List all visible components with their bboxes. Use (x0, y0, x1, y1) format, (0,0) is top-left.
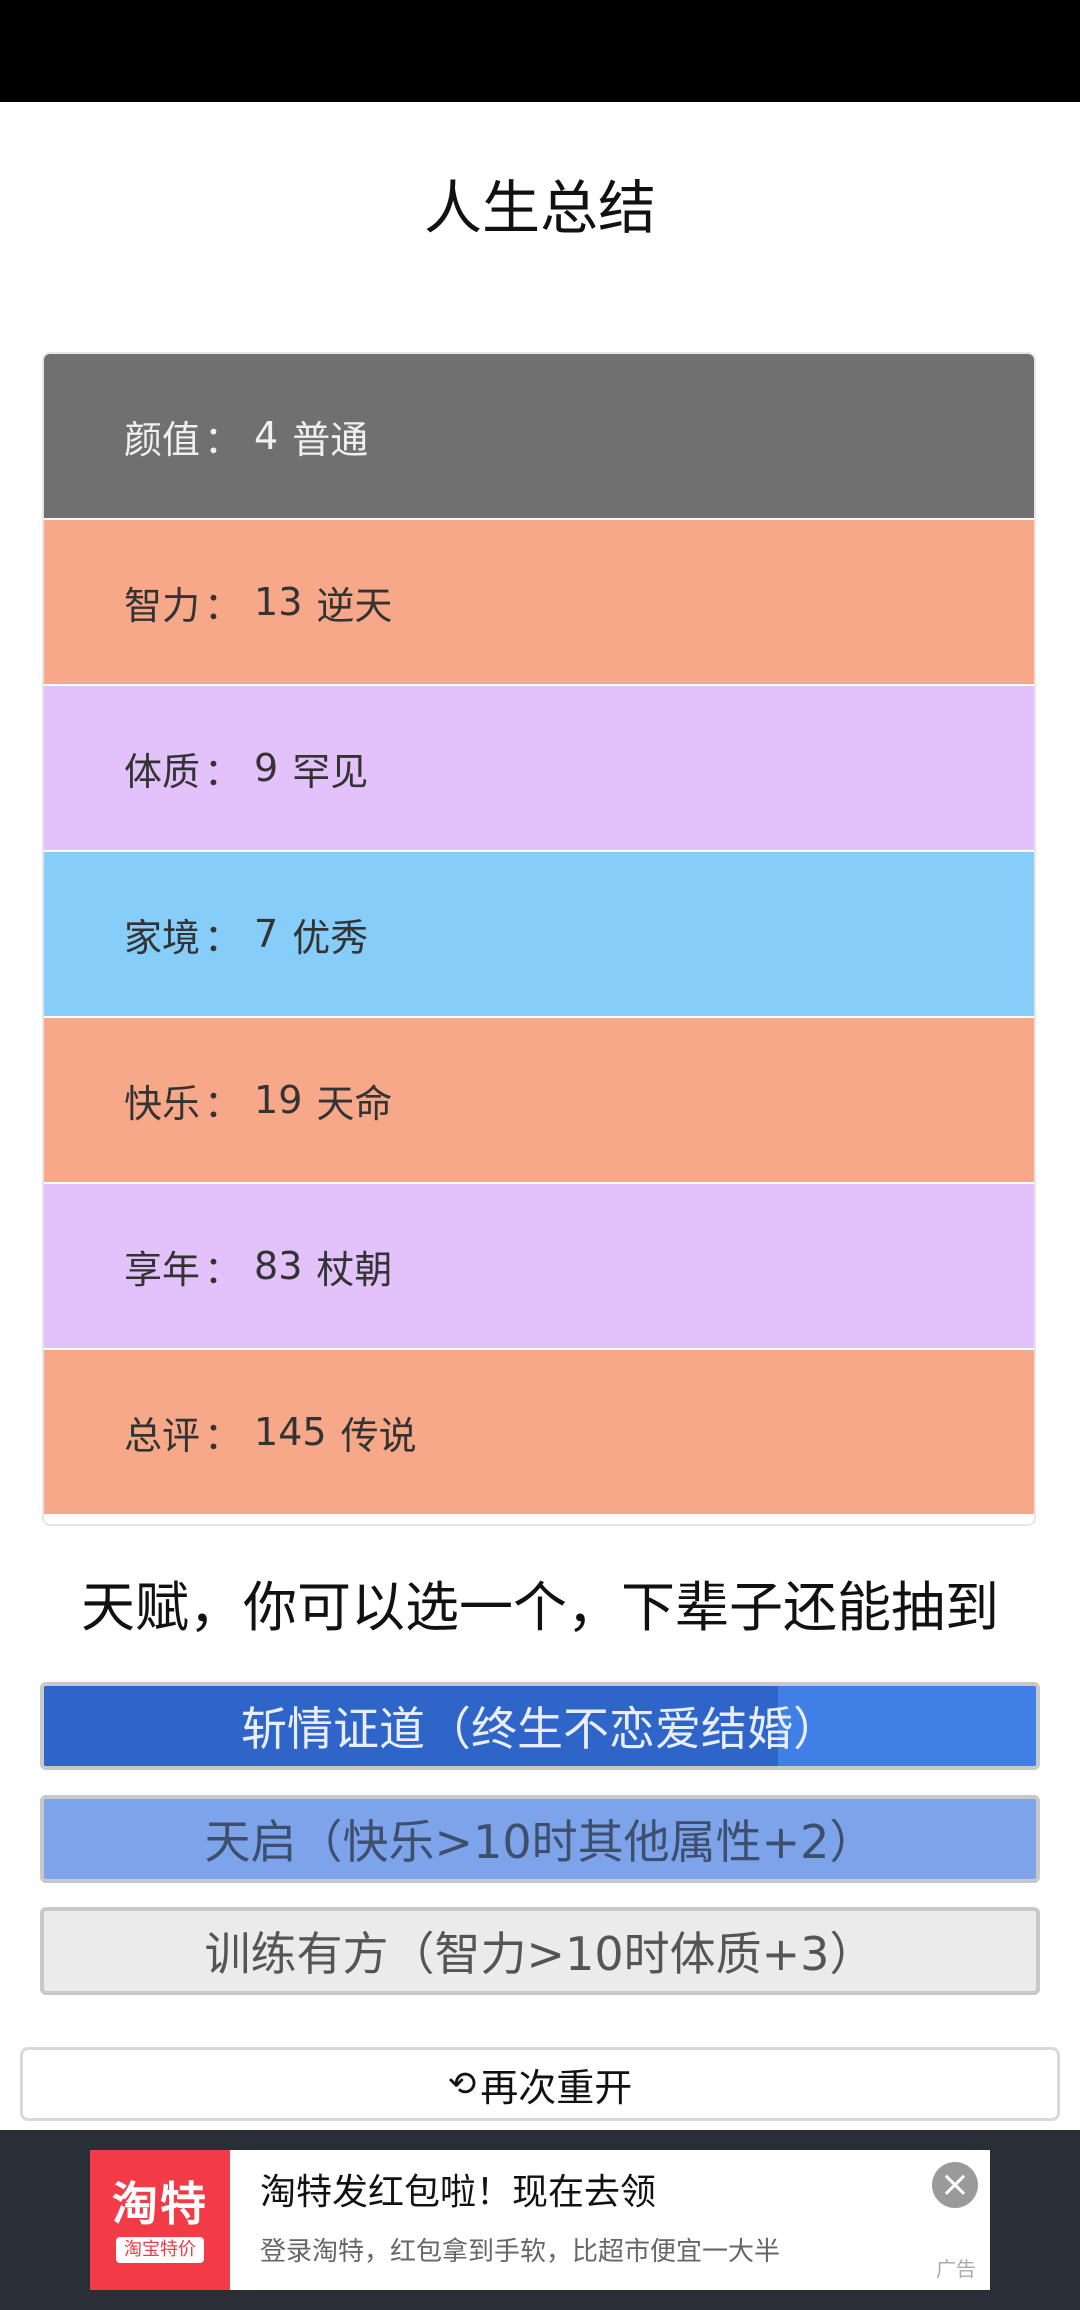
status-bar (0, 0, 1080, 102)
stat-row-overall: 总评： 145 传说 (44, 1350, 1034, 1514)
talent-heading: 天赋，你可以选一个，下辈子还能抽到 (81, 1576, 999, 1639)
stat-separator: ： (204, 583, 243, 628)
stat-value: 7 (254, 912, 279, 956)
stat-row-lifespan: 享年： 83 杖朝 (44, 1184, 1034, 1348)
stat-label: 体质 (124, 749, 201, 794)
restart-label: 再次重开 (480, 2065, 633, 2110)
ad-logo-subtext: 淘宝特价 (116, 2237, 204, 2263)
stat-label: 总评 (124, 1413, 201, 1458)
talent-label: 斩情证道（终生不恋爱结婚） (241, 1702, 839, 1756)
ad-card[interactable]: 淘特 淘宝特价 淘特发红包啦！现在去领 登录淘特，红包拿到手软，比超市便宜一大半… (90, 2150, 990, 2290)
stat-label: 享年 (124, 1247, 201, 1292)
talent-label: 天启（快乐>10时其他属性+2） (204, 1815, 876, 1869)
talent-option-2[interactable]: 天启（快乐>10时其他属性+2） (40, 1795, 1040, 1883)
stat-row-family: 家境： 7 优秀 (44, 852, 1034, 1016)
stat-separator: ： (204, 417, 243, 462)
ad-logo: 淘特 淘宝特价 (90, 2150, 230, 2290)
refresh-icon: ⟲ (447, 2064, 477, 2104)
stat-value: 9 (254, 746, 279, 790)
stat-grade: 杖朝 (316, 1247, 393, 1292)
stats-card: 颜值： 4 普通 智力： 13 逆天 体质： 9 罕见 家境： 7 优秀 快乐： 19 天命 享年：… (42, 352, 1036, 1526)
stat-separator: ： (204, 915, 243, 960)
stat-grade: 传说 (340, 1413, 417, 1458)
stat-row-appearance: 颜值： 4 普通 (44, 354, 1034, 518)
stat-value: 4 (254, 414, 279, 458)
stat-value: 83 (254, 1244, 303, 1288)
stat-row-intelligence: 智力： 13 逆天 (44, 520, 1034, 684)
ad-title: 淘特发红包啦！现在去领 (260, 2172, 657, 2213)
ad-label: 广告 (936, 2257, 976, 2281)
stat-value: 19 (254, 1078, 303, 1122)
stat-value: 13 (254, 580, 303, 624)
stat-grade: 优秀 (292, 915, 369, 960)
stat-separator: ： (204, 749, 243, 794)
stat-grade: 天命 (316, 1081, 393, 1126)
stat-separator: ： (204, 1413, 243, 1458)
talent-label: 训练有方（智力>10时体质+3） (204, 1927, 876, 1981)
stat-separator: ： (204, 1081, 243, 1126)
stat-label: 智力 (124, 583, 201, 628)
ad-logo-text: 淘特 (112, 2177, 208, 2231)
talent-option-3[interactable]: 训练有方（智力>10时体质+3） (40, 1907, 1040, 1995)
stat-label: 快乐 (124, 1081, 201, 1126)
talent-option-1[interactable]: 斩情证道（终生不恋爱结婚） (40, 1682, 1040, 1770)
stat-value: 145 (254, 1410, 327, 1454)
close-icon[interactable]: × (932, 2162, 978, 2208)
stat-grade: 普通 (292, 417, 369, 462)
ad-description: 登录淘特，红包拿到手软，比超市便宜一大半 (260, 2237, 781, 2267)
stat-row-happiness: 快乐： 19 天命 (44, 1018, 1034, 1182)
page-title: 人生总结 (423, 174, 656, 242)
ad-banner: 淘特 淘宝特价 淘特发红包啦！现在去领 登录淘特，红包拿到手软，比超市便宜一大半… (0, 2130, 1080, 2310)
stat-row-constitution: 体质： 9 罕见 (44, 686, 1034, 850)
stat-label: 家境 (124, 915, 201, 960)
stat-separator: ： (204, 1247, 243, 1292)
stat-grade: 罕见 (292, 749, 369, 794)
stat-label: 颜值 (124, 417, 201, 462)
stat-grade: 逆天 (316, 583, 393, 628)
restart-button[interactable]: ⟲ 再次重开 (20, 2047, 1060, 2121)
